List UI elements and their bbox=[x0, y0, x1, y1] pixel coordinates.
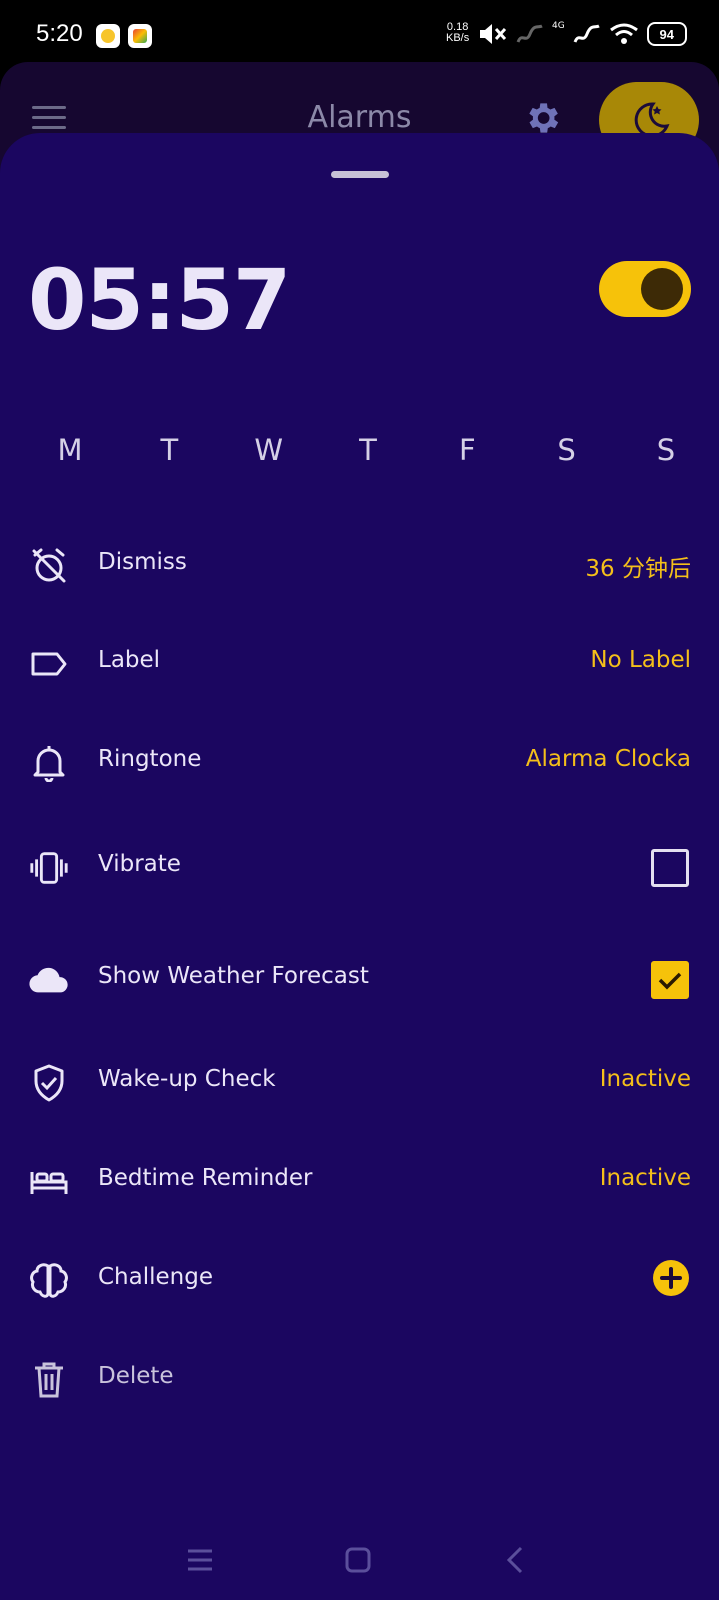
bedtime-reminder-row[interactable]: Bedtime Reminder Inactive bbox=[0, 1151, 719, 1211]
signal-icon bbox=[573, 24, 600, 43]
cloud-icon bbox=[28, 959, 70, 1001]
label-row[interactable]: Label No Label bbox=[0, 633, 719, 693]
weather-row[interactable]: Show Weather Forecast bbox=[0, 949, 719, 1009]
trash-icon bbox=[28, 1359, 70, 1401]
day-tuesday[interactable]: T bbox=[137, 433, 201, 467]
day-wednesday[interactable]: W bbox=[237, 433, 301, 467]
weather-label: Show Weather Forecast bbox=[98, 963, 369, 989]
vibrate-checkbox[interactable] bbox=[651, 849, 689, 887]
network-type: 4G bbox=[552, 21, 565, 31]
vibrate-icon bbox=[28, 847, 70, 889]
day-friday[interactable]: F bbox=[435, 433, 499, 467]
wakeup-check-label: Wake-up Check bbox=[98, 1066, 276, 1092]
home-icon[interactable] bbox=[340, 1542, 376, 1578]
dismiss-label: Dismiss bbox=[98, 549, 187, 575]
label-label: Label bbox=[98, 647, 161, 673]
label-value: No Label bbox=[590, 647, 691, 673]
ringtone-value: Alarma Clocka bbox=[525, 746, 691, 772]
recent-apps-icon[interactable] bbox=[182, 1542, 218, 1578]
status-icons: 4G 94 bbox=[478, 20, 687, 48]
add-challenge-button[interactable] bbox=[653, 1260, 689, 1296]
network-speed-unit: KB/s bbox=[446, 32, 470, 44]
back-icon[interactable] bbox=[498, 1542, 534, 1578]
drag-handle[interactable] bbox=[331, 171, 389, 178]
delete-label: Delete bbox=[98, 1363, 174, 1389]
weather-checkbox[interactable] bbox=[651, 961, 689, 999]
bed-icon bbox=[28, 1161, 70, 1203]
alarm-time[interactable]: 05:57 bbox=[28, 251, 291, 349]
dismiss-row[interactable]: Dismiss 36 分钟后 bbox=[0, 535, 719, 595]
bedtime-reminder-value: Inactive bbox=[599, 1165, 691, 1191]
shield-check-icon bbox=[28, 1062, 70, 1104]
battery-indicator: 94 bbox=[646, 22, 687, 46]
alarm-edit-sheet: 05:57 M T W T F S S Dismiss 36 分钟后 Label… bbox=[0, 133, 719, 1600]
wakeup-check-value: Inactive bbox=[599, 1066, 691, 1092]
vibrate-label: Vibrate bbox=[98, 851, 181, 877]
brain-icon bbox=[28, 1260, 70, 1302]
battery-level: 94 bbox=[659, 26, 674, 42]
ringtone-label: Ringtone bbox=[98, 746, 202, 772]
vibrate-row[interactable]: Vibrate bbox=[0, 837, 719, 897]
signal-icon bbox=[516, 24, 543, 43]
weekday-selector: M T W T F S S bbox=[38, 433, 698, 467]
wakeup-check-row[interactable]: Wake-up Check Inactive bbox=[0, 1052, 719, 1112]
notification-app-icon bbox=[128, 24, 152, 48]
mute-icon bbox=[480, 24, 507, 44]
tag-icon bbox=[28, 643, 70, 685]
check-icon bbox=[658, 972, 682, 990]
plus-icon bbox=[660, 1267, 682, 1289]
wifi-icon bbox=[609, 23, 638, 44]
delete-row[interactable]: Delete bbox=[0, 1349, 719, 1409]
ringtone-row[interactable]: Ringtone Alarma Clocka bbox=[0, 732, 719, 792]
day-monday[interactable]: M bbox=[38, 433, 102, 467]
bedtime-reminder-label: Bedtime Reminder bbox=[98, 1165, 313, 1191]
alarm-off-icon bbox=[28, 545, 70, 587]
day-thursday[interactable]: T bbox=[336, 433, 400, 467]
status-bar: 5:20 0.18 KB/s 4G 94 bbox=[0, 0, 719, 64]
day-saturday[interactable]: S bbox=[535, 433, 599, 467]
status-time: 5:20 bbox=[36, 20, 83, 47]
network-speed: 0.18 KB/s bbox=[446, 22, 469, 44]
gear-icon[interactable] bbox=[522, 98, 562, 138]
bell-icon bbox=[28, 742, 70, 784]
notification-app-icon bbox=[96, 24, 120, 48]
dismiss-value: 36 分钟后 bbox=[585, 556, 691, 582]
system-nav-bar bbox=[0, 1530, 719, 1590]
day-sunday[interactable]: S bbox=[634, 433, 698, 467]
challenge-row[interactable]: Challenge bbox=[0, 1250, 719, 1310]
challenge-label: Challenge bbox=[98, 1264, 213, 1290]
alarm-enable-toggle[interactable] bbox=[599, 261, 691, 317]
